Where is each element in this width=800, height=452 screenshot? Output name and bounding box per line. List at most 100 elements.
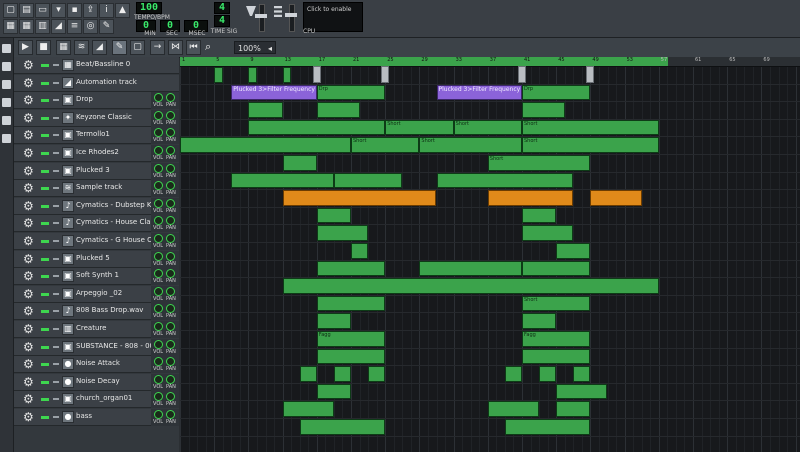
loop-marker[interactable] bbox=[586, 66, 595, 83]
new-from-template-icon[interactable]: ▤ bbox=[19, 3, 34, 18]
pattern-clip[interactable]: Drp bbox=[316, 84, 386, 101]
solo-toggle[interactable] bbox=[53, 416, 59, 418]
pattern-clip[interactable] bbox=[214, 67, 223, 83]
play-icon[interactable]: ▶ bbox=[18, 40, 33, 55]
open-project-icon[interactable]: ▭ bbox=[35, 3, 50, 18]
pan-knob[interactable] bbox=[166, 198, 175, 208]
pattern-clip[interactable] bbox=[504, 419, 591, 435]
project-notes-icon[interactable]: ✎ bbox=[99, 19, 114, 34]
pattern-clip[interactable] bbox=[556, 383, 608, 400]
solo-toggle[interactable] bbox=[53, 169, 59, 172]
track-name[interactable]: Termollo1 bbox=[76, 130, 154, 138]
pattern-clip[interactable] bbox=[299, 366, 317, 382]
pattern-clip[interactable] bbox=[522, 313, 557, 329]
pattern-clip[interactable] bbox=[539, 366, 557, 382]
pattern-clip[interactable] bbox=[282, 67, 292, 83]
gear-icon[interactable]: ⚙ bbox=[23, 165, 34, 177]
solo-toggle[interactable] bbox=[53, 64, 59, 66]
pattern-clip[interactable] bbox=[333, 366, 351, 382]
track-name[interactable]: Keyzone Classic bbox=[76, 113, 154, 121]
volume-knob[interactable] bbox=[154, 322, 163, 331]
mute-toggle[interactable] bbox=[41, 222, 49, 226]
track-row[interactable]: ⚙ ▣ Termollo1 VOL PAN bbox=[14, 127, 179, 145]
pattern-clip[interactable] bbox=[522, 102, 565, 118]
volume-knob[interactable] bbox=[154, 286, 163, 296]
pattern-clip[interactable] bbox=[316, 207, 351, 224]
auto-scroll-icon[interactable]: → bbox=[150, 40, 165, 55]
mute-toggle[interactable] bbox=[41, 64, 49, 67]
track-name[interactable]: Creature bbox=[76, 324, 154, 332]
pan-knob[interactable] bbox=[166, 251, 175, 261]
gear-icon[interactable]: ⚙ bbox=[23, 393, 34, 405]
gear-icon[interactable]: ⚙ bbox=[23, 112, 34, 124]
volume-knob[interactable] bbox=[154, 181, 163, 191]
pattern-clip[interactable] bbox=[231, 172, 334, 189]
track-name[interactable]: Soft Synth 1 bbox=[76, 271, 154, 279]
solo-toggle[interactable] bbox=[53, 222, 59, 225]
mute-toggle[interactable] bbox=[41, 99, 49, 103]
pattern-clip[interactable]: Short bbox=[487, 155, 591, 171]
mute-toggle[interactable] bbox=[41, 152, 49, 155]
gear-icon[interactable]: ⚙ bbox=[23, 358, 34, 370]
my-presets-icon[interactable] bbox=[2, 98, 11, 107]
solo-toggle[interactable] bbox=[53, 187, 59, 190]
volume-knob[interactable] bbox=[154, 392, 163, 402]
gear-icon[interactable]: ⚙ bbox=[23, 270, 34, 282]
pattern-clip[interactable]: Drp bbox=[522, 84, 591, 101]
volume-knob[interactable] bbox=[154, 251, 163, 261]
gear-icon[interactable]: ⚙ bbox=[23, 59, 34, 71]
pattern-clip[interactable] bbox=[248, 119, 386, 136]
pattern-clip[interactable] bbox=[316, 348, 386, 365]
volume-knob[interactable] bbox=[154, 304, 163, 314]
song-grid[interactable]: Plucked 3>Filter Frequency Plucked 3>Filt… bbox=[180, 57, 800, 452]
sample-clip[interactable] bbox=[282, 190, 437, 206]
loop-marker[interactable] bbox=[518, 66, 526, 83]
pan-knob[interactable] bbox=[166, 110, 175, 120]
pattern-clip[interactable]: Short bbox=[522, 137, 659, 153]
track-name[interactable]: Cymatics - House Clap ... bbox=[76, 218, 154, 226]
mute-toggle[interactable] bbox=[41, 116, 49, 120]
gear-icon[interactable]: ⚙ bbox=[23, 235, 34, 247]
gear-icon[interactable]: ⚙ bbox=[23, 147, 34, 159]
pan-knob[interactable] bbox=[166, 93, 175, 103]
pattern-clip[interactable] bbox=[573, 366, 591, 382]
automation-editor-icon[interactable]: ◢ bbox=[51, 19, 66, 34]
pattern-clip[interactable] bbox=[180, 137, 351, 153]
gear-icon[interactable]: ⚙ bbox=[23, 182, 34, 194]
volume-knob[interactable] bbox=[154, 163, 163, 173]
track-row[interactable]: ⚙ ▣ Ice Rhodes2 VOL PAN bbox=[14, 145, 179, 162]
track-name[interactable]: Noise Attack bbox=[76, 359, 154, 367]
solo-toggle[interactable] bbox=[53, 257, 59, 260]
mixer-icon[interactable]: ≡ bbox=[67, 19, 82, 34]
pan-knob[interactable] bbox=[166, 339, 175, 349]
track-name[interactable]: Cymatics - Dubstep Kic... bbox=[76, 201, 154, 209]
automation-pattern[interactable]: Plucked 3>Filter Frequency bbox=[231, 84, 317, 101]
gear-icon[interactable]: ⚙ bbox=[23, 77, 34, 89]
track-row[interactable]: ⚙ ◢ Automation track bbox=[14, 74, 179, 92]
pattern-clip[interactable] bbox=[351, 243, 369, 259]
mute-toggle[interactable] bbox=[41, 81, 49, 85]
solo-toggle[interactable] bbox=[53, 240, 59, 242]
solo-toggle[interactable] bbox=[53, 292, 59, 295]
track-row[interactable]: ⚙ ▦ Beat/Bassline 0 bbox=[14, 57, 179, 74]
pan-knob[interactable] bbox=[166, 163, 175, 173]
time-signature-numerator[interactable]: 4 bbox=[214, 2, 230, 14]
solo-toggle[interactable] bbox=[53, 134, 59, 137]
info-icon[interactable]: i bbox=[99, 3, 114, 18]
track-name[interactable]: Sample track bbox=[76, 183, 154, 191]
solo-toggle[interactable] bbox=[53, 99, 59, 102]
solo-toggle[interactable] bbox=[53, 310, 59, 313]
gear-icon[interactable]: ⚙ bbox=[23, 323, 34, 335]
controller-rack-icon[interactable]: ◎ bbox=[83, 19, 98, 34]
instrument-plugins-icon[interactable] bbox=[2, 44, 11, 53]
pattern-clip[interactable]: Short bbox=[522, 295, 591, 312]
track-row[interactable]: ⚙ ♪ Cymatics - G House Cl... VOL PAN bbox=[14, 233, 179, 250]
pan-knob[interactable] bbox=[166, 286, 175, 296]
pan-knob[interactable] bbox=[166, 374, 175, 384]
volume-knob[interactable] bbox=[154, 410, 163, 419]
solo-toggle[interactable] bbox=[53, 152, 59, 154]
track-row[interactable]: ⚙ ▣ Drop VOL PAN bbox=[14, 92, 179, 110]
volume-knob[interactable] bbox=[154, 128, 163, 138]
volume-knob[interactable] bbox=[154, 269, 163, 279]
mute-toggle[interactable] bbox=[41, 416, 49, 419]
